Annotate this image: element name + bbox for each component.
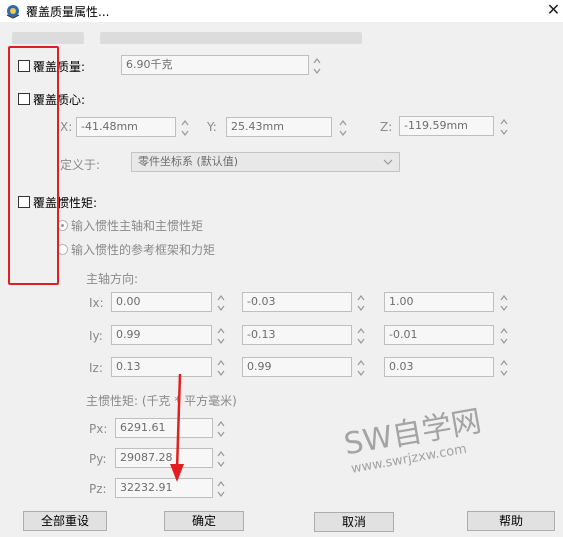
py-spinner[interactable]: [216, 449, 226, 469]
ix-x-spinner[interactable]: [216, 293, 226, 313]
pz-field[interactable]: 32232.91: [115, 478, 213, 498]
principal-axes-radio-label: 输入惯性主轴和主惯性矩: [71, 219, 204, 233]
com-z-field[interactable]: -119.59mm: [399, 116, 494, 136]
px-field[interactable]: 6291.61: [115, 418, 213, 438]
iz-x-field[interactable]: 0.13: [111, 357, 212, 377]
iz-z-field[interactable]: 0.03: [384, 357, 494, 377]
principal-axes-heading: 主轴方向:: [86, 272, 139, 286]
ix-z-spinner[interactable]: [499, 293, 509, 313]
reset-all-button[interactable]: 全部重设: [23, 511, 107, 531]
iy-y-spinner[interactable]: [356, 326, 366, 346]
defined-in-label: 定义于:: [60, 158, 101, 172]
chevron-down-icon: [383, 159, 393, 165]
iz-z-spinner[interactable]: [499, 358, 509, 378]
iz-label: Iz:: [89, 361, 103, 375]
com-y-field[interactable]: 25.43mm: [226, 117, 332, 137]
iz-x-spinner[interactable]: [216, 358, 226, 378]
mass-spinner[interactable]: [312, 56, 322, 76]
com-y-label: Y:: [207, 120, 217, 134]
reference-frame-radio-label: 输入惯性的参考框架和力矩: [71, 243, 216, 257]
blurred-path-segment: [12, 32, 84, 44]
py-field[interactable]: 29087.28: [115, 448, 213, 468]
cancel-button[interactable]: 取消: [314, 512, 394, 532]
ok-button[interactable]: 确定: [164, 511, 244, 531]
pz-label: Pz:: [89, 482, 107, 496]
iz-y-field[interactable]: 0.99: [242, 357, 352, 377]
coordinate-system-select[interactable]: 零件坐标系 (默认值): [131, 152, 400, 172]
close-icon[interactable]: ✕: [544, 0, 563, 20]
ix-z-field[interactable]: 1.00: [384, 292, 494, 312]
mass-field[interactable]: 6.90千克: [121, 55, 309, 75]
com-x-field[interactable]: -41.48mm: [76, 117, 176, 137]
iy-x-spinner[interactable]: [216, 326, 226, 346]
solidworks-app-icon: [6, 5, 20, 19]
iy-label: Iy:: [89, 329, 103, 343]
ix-y-field[interactable]: -0.03: [242, 292, 352, 312]
com-z-label: Z:: [380, 120, 393, 134]
ix-y-spinner[interactable]: [356, 293, 366, 313]
com-z-spinner[interactable]: [499, 117, 509, 137]
pz-spinner[interactable]: [216, 479, 226, 499]
iz-y-spinner[interactable]: [356, 358, 366, 378]
iy-x-field[interactable]: 0.99: [111, 325, 212, 345]
ix-label: Ix:: [89, 296, 104, 310]
com-x-spinner[interactable]: [180, 118, 190, 138]
principal-moments-heading: 主惯性矩: (千克 * 平方毫米): [86, 394, 237, 408]
coordinate-system-value: 零件坐标系 (默认值): [138, 155, 239, 168]
blurred-path-segment: [100, 32, 362, 44]
com-x-label: X:: [60, 120, 73, 134]
iy-z-spinner[interactable]: [499, 326, 509, 346]
window-title: 覆盖质量属性...: [26, 5, 110, 19]
ix-x-field[interactable]: 0.00: [111, 292, 212, 312]
iy-y-field[interactable]: -0.13: [242, 325, 352, 345]
py-label: Py:: [89, 452, 107, 466]
annotation-arrow-icon: [170, 373, 184, 482]
help-button[interactable]: 帮助: [467, 511, 555, 531]
px-spinner[interactable]: [216, 419, 226, 439]
annotation-highlight-box: [8, 46, 59, 285]
px-label: Px:: [89, 422, 108, 436]
com-y-spinner[interactable]: [338, 118, 348, 138]
iy-z-field[interactable]: -0.01: [384, 325, 494, 345]
